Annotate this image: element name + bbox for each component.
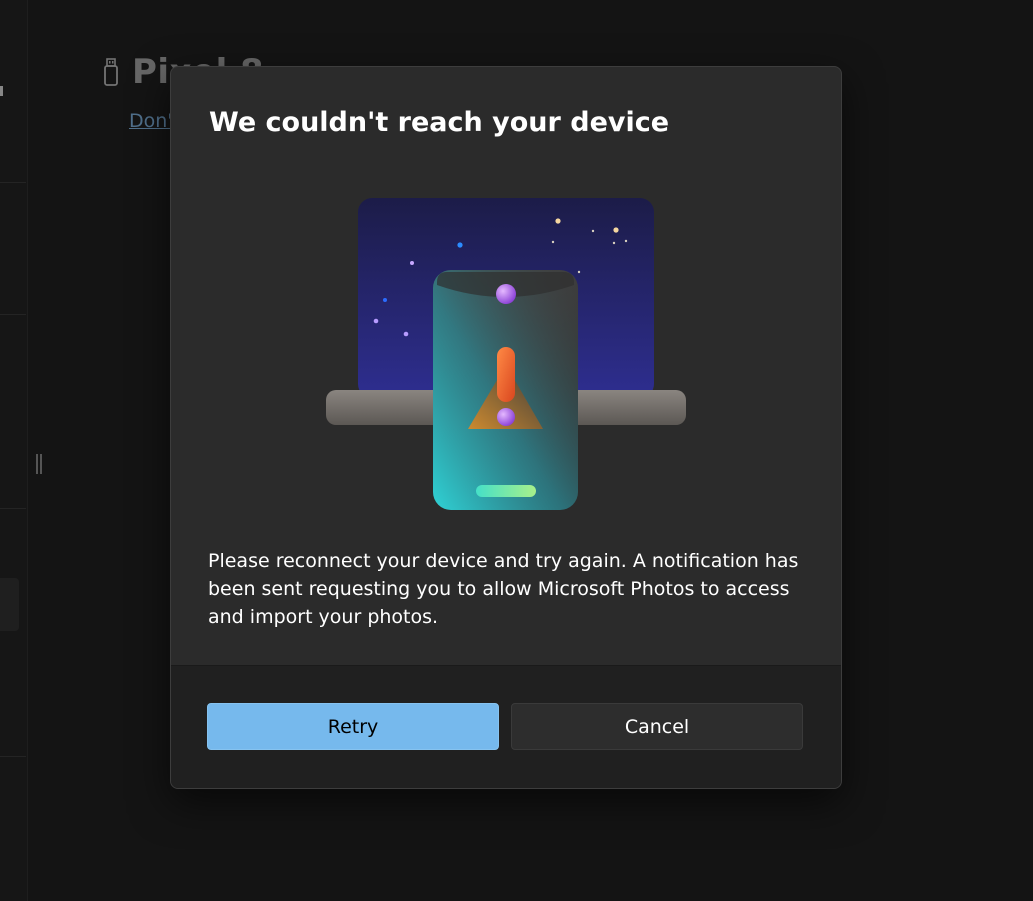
dialog-title: We couldn't reach your device: [209, 107, 670, 138]
dialog-message: Please reconnect your device and try aga…: [208, 550, 799, 628]
connection-error-dialog: We couldn't reach your device Please rec…: [170, 66, 842, 789]
retry-button[interactable]: Retry: [207, 703, 499, 750]
photos-app-window: Pixel 8 Don't We couldn't reach your dev…: [0, 0, 1033, 901]
cancel-button[interactable]: Cancel: [511, 703, 803, 750]
dialog-footer: Retry Cancel: [171, 665, 841, 788]
device-warning-illustration: [326, 198, 686, 510]
